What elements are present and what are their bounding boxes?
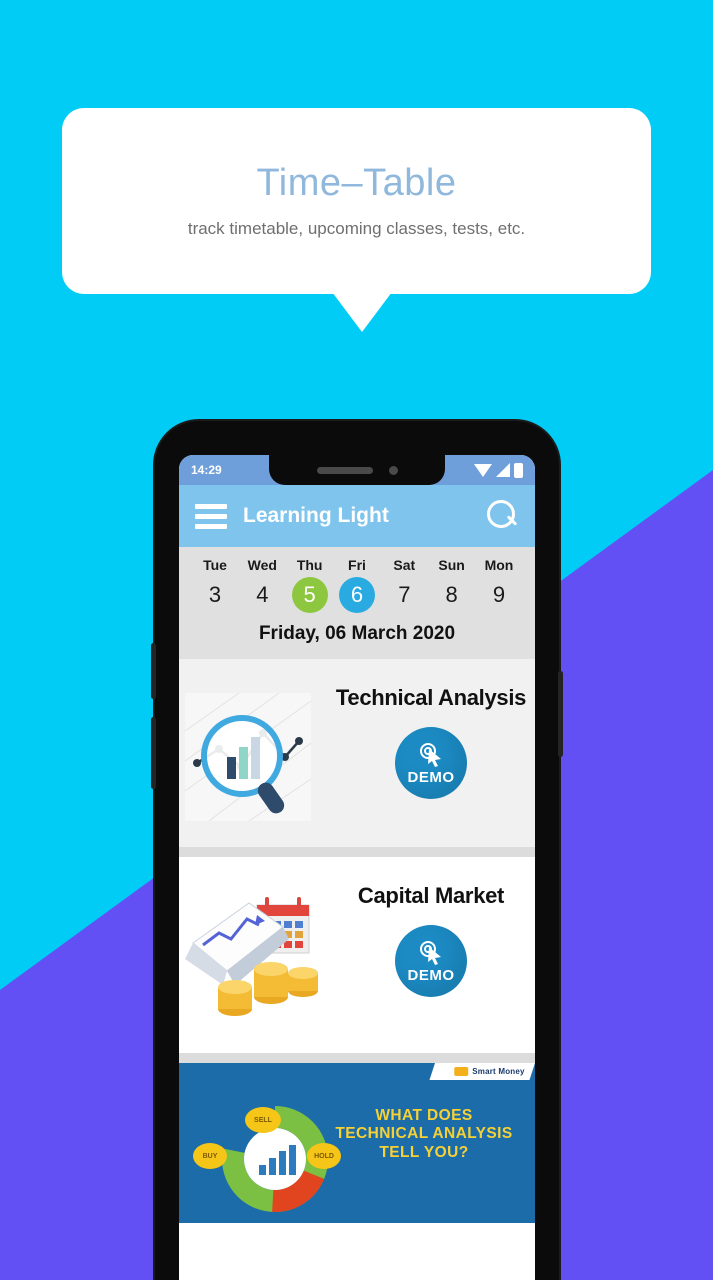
volume-down-button[interactable] [151,717,156,789]
day-name: Tue [203,557,227,573]
course-card-capital-market[interactable]: Capital Market DEMO [179,857,535,1053]
search-icon[interactable] [487,500,519,532]
demo-button-capital-market[interactable]: DEMO [395,925,467,997]
status-bar-time: 14:29 [191,463,222,477]
demo-button-label: DEMO [407,966,455,984]
day-number: 4 [256,582,269,607]
day-name: Sat [393,557,416,573]
app-title: Learning Light [243,504,389,527]
course-title: Technical Analysis [335,685,527,710]
promo-banner-headline: WHAT DOES TECHNICAL ANALYSIS TELL YOU? [335,1107,513,1161]
demo-button-label: DEMO [407,768,455,786]
wifi-icon [474,463,492,477]
phone-screen: 14:29 Learning Light Tue 3 Wed 4 Thu 5 Fri 6 Sat… [179,455,535,1280]
promo-banner[interactable]: Smart Money BUY SELL HOLD WHAT DOES TECH… [179,1063,535,1223]
signal-icon [496,463,510,477]
pill-sell: SELL [245,1107,281,1133]
course-card-technical-analysis[interactable]: Technical Analysis DEMO [179,659,535,847]
page-title: Time–Table [256,162,457,205]
day-number: 7 [398,582,411,607]
day-number: 8 [445,582,458,607]
day-selector[interactable]: Tue 3 Wed 4 Thu 5 Fri 6 Sat 7 Sun 8 Mon 9 [187,557,527,613]
hamburger-menu-icon[interactable] [195,503,227,529]
smart-money-logo: Smart Money [429,1063,535,1080]
callout-bubble-tail [332,292,392,332]
day-cell-tue[interactable]: Tue 3 [193,557,237,613]
page-subtitle: track timetable, upcoming classes, tests… [187,218,526,238]
battery-icon [514,462,523,478]
day-number: 3 [208,582,222,607]
day-cell-fri[interactable]: Fri 6 [335,557,379,613]
crown-icon [453,1067,468,1076]
course-title: Capital Market [357,883,505,908]
day-number: 6 [338,577,375,613]
day-cell-sat[interactable]: Sat 7 [382,557,426,613]
front-camera-icon [388,465,398,475]
app-bar: Learning Light [179,485,535,547]
pill-buy: BUY [193,1143,227,1169]
day-cell-mon[interactable]: Mon 9 [477,557,521,613]
card-separator [179,847,535,857]
day-name: Mon [484,557,514,573]
demo-button-technical-analysis[interactable]: DEMO [395,727,467,799]
magnifier-chart-illustration [179,671,327,835]
day-cell-sun[interactable]: Sun 8 [430,557,474,613]
callout-bubble: Time–Table track timetable, upcoming cla… [62,108,651,294]
card-separator-bottom [179,1053,535,1063]
day-cell-wed[interactable]: Wed 4 [240,557,284,613]
phone-notch [269,455,445,485]
earpiece-speaker-icon [316,466,373,474]
smart-money-logo-text: Smart Money [471,1067,525,1076]
phone-mockup: 14:29 Learning Light Tue 3 Wed 4 Thu 5 Fri 6 Sat… [151,421,563,1280]
date-strip: Tue 3 Wed 4 Thu 5 Fri 6 Sat 7 Sun 8 Mon 9 Friday, 06 … [179,547,535,659]
day-number: 5 [291,577,328,613]
day-name: Wed [247,557,277,573]
click-cursor-icon [420,940,441,965]
day-name: Thu [296,557,323,573]
volume-up-button[interactable] [151,643,156,699]
laptop-calendar-coins-illustration [179,869,327,1041]
selected-full-date: Friday, 06 March 2020 [258,623,456,644]
day-number: 9 [492,582,506,607]
power-button[interactable] [558,671,563,757]
click-cursor-icon [420,742,441,767]
day-name: Sun [438,557,465,573]
day-name: Fri [348,557,366,573]
status-bar-icons [474,462,523,478]
day-cell-thu[interactable]: Thu 5 [288,557,332,613]
